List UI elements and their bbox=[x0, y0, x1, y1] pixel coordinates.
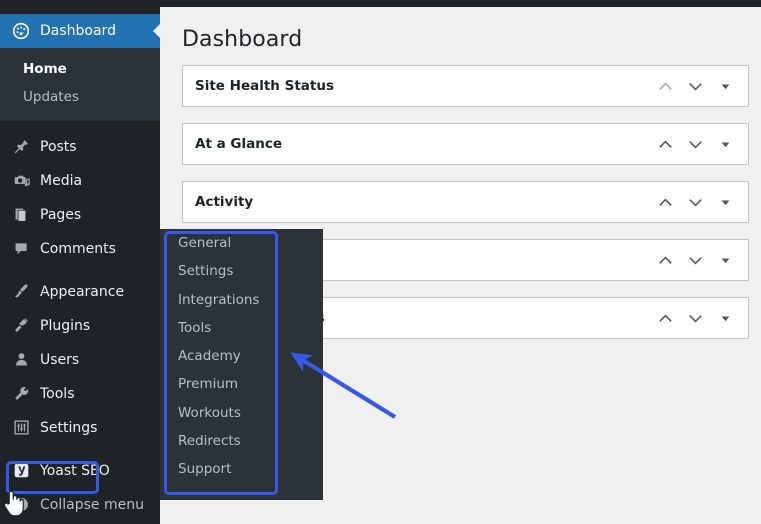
sidebar-item-label: Dashboard bbox=[40, 23, 116, 39]
move-up-icon[interactable] bbox=[650, 302, 680, 334]
toggle-panel-icon[interactable] bbox=[710, 244, 740, 276]
sidebar-item-plugins[interactable]: Plugins bbox=[0, 309, 160, 343]
flyout-item-redirects[interactable]: Redirects bbox=[160, 427, 323, 455]
widget-controls bbox=[650, 298, 740, 338]
sidebar-item-pages[interactable]: Pages bbox=[0, 198, 160, 232]
sidebar-item-label: Yoast SEO bbox=[40, 462, 110, 479]
sidebar-collapse-label: Collapse menu bbox=[40, 496, 144, 513]
pages-icon bbox=[11, 205, 31, 225]
flyout-item-tools[interactable]: Tools bbox=[160, 314, 323, 342]
sidebar-submenu-dashboard: Home Updates bbox=[0, 48, 160, 121]
move-down-icon[interactable] bbox=[680, 186, 710, 218]
collapse-left-arrow-icon bbox=[11, 495, 31, 515]
widget-title: Site Health Status bbox=[195, 78, 335, 94]
widget-site-health-status[interactable]: Site Health Status bbox=[182, 65, 749, 107]
toggle-panel-icon[interactable] bbox=[710, 186, 740, 218]
move-down-icon[interactable] bbox=[680, 70, 710, 102]
sidebar-item-label: Settings bbox=[40, 419, 98, 436]
yoast-seo-flyout-submenu: General Settings Integrations Tools Acad… bbox=[160, 229, 323, 500]
move-down-icon[interactable] bbox=[680, 244, 710, 276]
move-up-icon[interactable] bbox=[650, 70, 680, 102]
toggle-panel-icon[interactable] bbox=[710, 128, 740, 160]
sidebar-item-comments[interactable]: Comments bbox=[0, 232, 160, 266]
sliders-icon bbox=[11, 418, 31, 438]
sidebar-subitem-updates[interactable]: Updates bbox=[0, 83, 160, 111]
move-up-icon[interactable] bbox=[650, 186, 680, 218]
admin-sidebar: Dashboard Home Updates Posts Media Pages… bbox=[0, 0, 161, 524]
flyout-item-premium[interactable]: Premium bbox=[160, 370, 323, 398]
widget-controls bbox=[650, 124, 740, 164]
wrench-icon bbox=[11, 384, 31, 404]
sidebar-item-dashboard[interactable]: Dashboard bbox=[0, 14, 161, 48]
flyout-item-integrations[interactable]: Integrations bbox=[160, 286, 323, 314]
pushpin-icon bbox=[11, 137, 31, 157]
flyout-item-workouts[interactable]: Workouts bbox=[160, 399, 323, 427]
plug-icon bbox=[11, 316, 31, 336]
sidebar-separator bbox=[0, 121, 160, 130]
move-down-icon[interactable] bbox=[680, 128, 710, 160]
dashboard-gauge-icon bbox=[11, 21, 31, 41]
flyout-item-support[interactable]: Support bbox=[160, 455, 323, 483]
sidebar-subitem-home[interactable]: Home bbox=[0, 55, 160, 83]
sidebar-item-label: Posts bbox=[40, 138, 77, 155]
flyout-item-academy[interactable]: Academy bbox=[160, 342, 323, 370]
sidebar-separator bbox=[0, 445, 160, 454]
sidebar-item-label: Pages bbox=[40, 206, 82, 223]
sidebar-item-tools[interactable]: Tools bbox=[0, 377, 160, 411]
move-up-icon[interactable] bbox=[650, 244, 680, 276]
sidebar-item-label: Tools bbox=[40, 385, 75, 402]
sidebar-item-media[interactable]: Media bbox=[0, 164, 160, 198]
user-icon bbox=[11, 350, 31, 370]
sidebar-item-label: Users bbox=[40, 351, 80, 368]
sidebar-item-label: Appearance bbox=[40, 283, 125, 300]
widget-title: At a Glance bbox=[195, 136, 282, 152]
sidebar-item-users[interactable]: Users bbox=[0, 343, 160, 377]
sidebar-item-posts[interactable]: Posts bbox=[0, 130, 160, 164]
flyout-item-general[interactable]: General bbox=[160, 229, 323, 257]
sidebar-item-yoast-seo[interactable]: Yoast SEO bbox=[0, 454, 160, 488]
toggle-panel-icon[interactable] bbox=[710, 70, 740, 102]
yoast-y-icon bbox=[11, 461, 31, 481]
widget-controls bbox=[650, 66, 740, 106]
sidebar-item-label: Plugins bbox=[40, 317, 91, 334]
move-down-icon[interactable] bbox=[680, 302, 710, 334]
page-title: Dashboard bbox=[182, 27, 303, 52]
sidebar-item-appearance[interactable]: Appearance bbox=[0, 275, 160, 309]
widget-activity[interactable]: Activity bbox=[182, 181, 749, 223]
wordpress-admin-screen: Dashboard Home Updates Posts Media Pages… bbox=[0, 0, 761, 524]
sidebar-item-settings[interactable]: Settings bbox=[0, 411, 160, 445]
sidebar-item-label: Comments bbox=[40, 240, 116, 257]
media-camera-music-icon bbox=[11, 171, 31, 191]
flyout-item-settings[interactable]: Settings bbox=[160, 257, 323, 285]
widget-controls bbox=[650, 240, 740, 280]
widget-at-a-glance[interactable]: At a Glance bbox=[182, 123, 749, 165]
widget-controls bbox=[650, 182, 740, 222]
move-up-icon[interactable] bbox=[650, 128, 680, 160]
sidebar-item-label: Media bbox=[40, 172, 83, 189]
comment-bubble-icon bbox=[11, 239, 31, 259]
sidebar-collapse-menu[interactable]: Collapse menu bbox=[0, 488, 160, 522]
widget-title: Activity bbox=[195, 194, 254, 210]
sidebar-separator bbox=[0, 266, 160, 275]
paintbrush-icon bbox=[11, 282, 31, 302]
toggle-panel-icon[interactable] bbox=[710, 302, 740, 334]
